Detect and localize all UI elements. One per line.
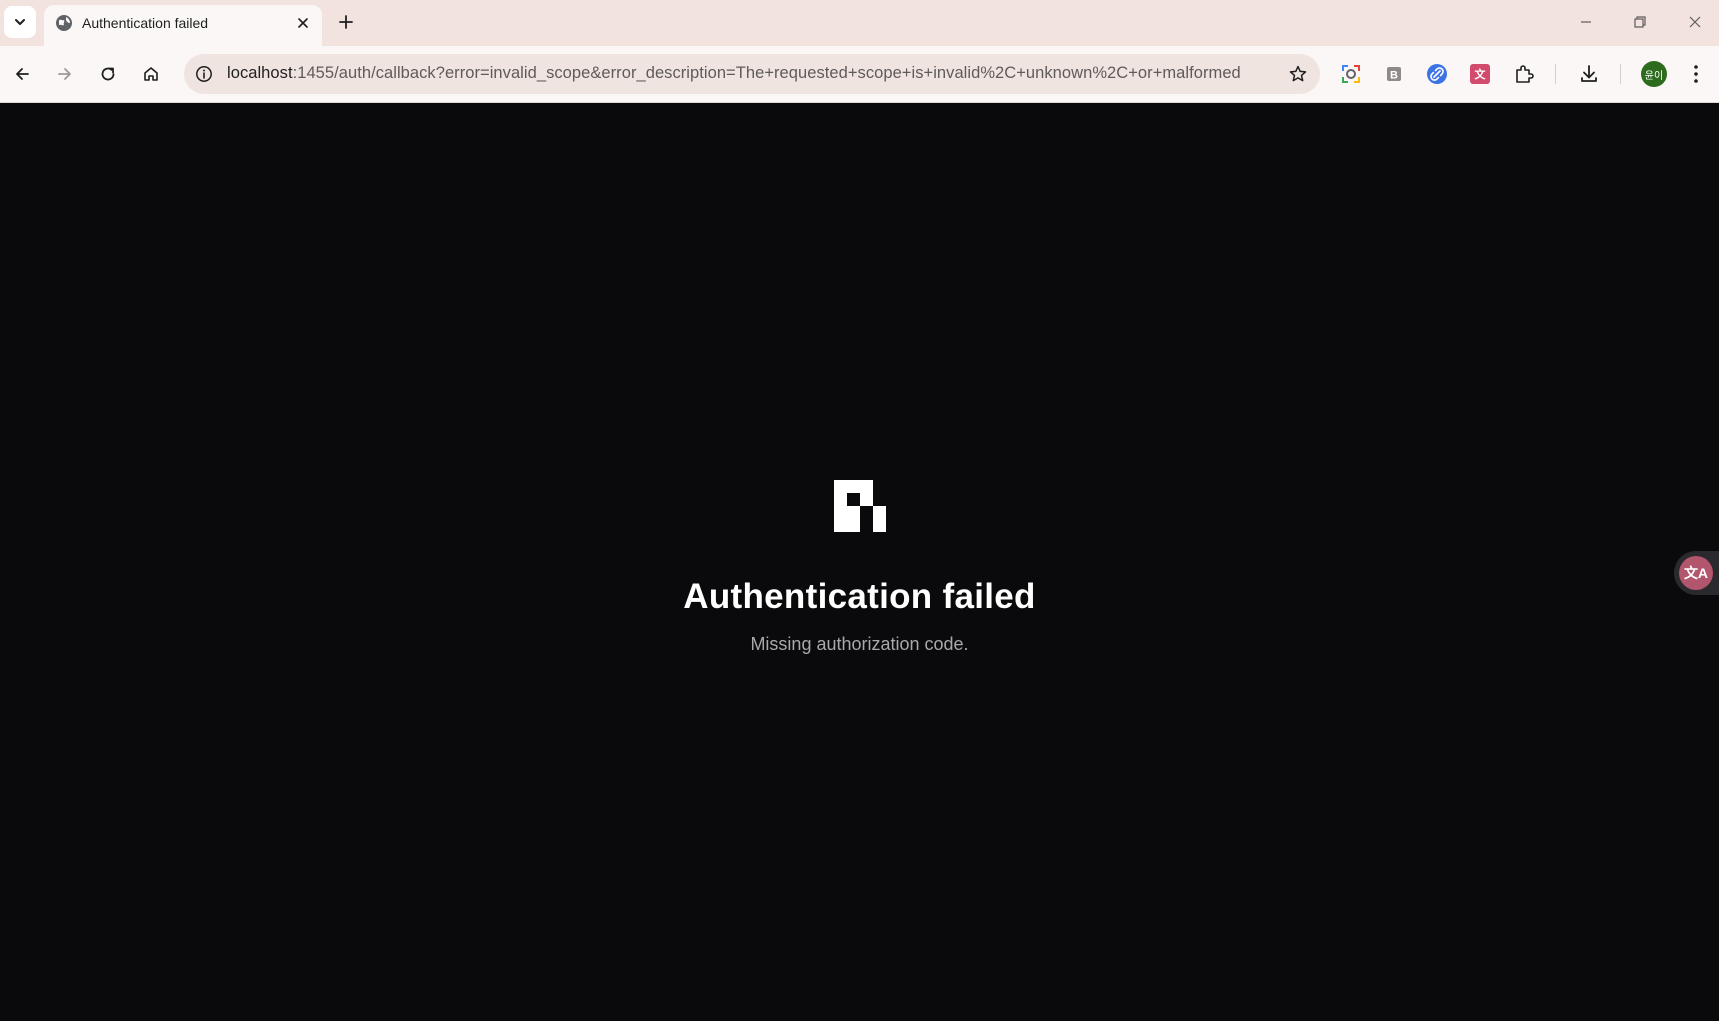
browser-menu-button[interactable]	[1681, 59, 1711, 89]
forward-button[interactable]	[49, 58, 81, 90]
restore-icon	[1634, 16, 1646, 28]
translate-icon: 文A	[1679, 556, 1713, 590]
active-tab[interactable]: Authentication failed	[44, 5, 322, 46]
tab-search-button[interactable]	[4, 6, 36, 38]
new-tab-button[interactable]	[333, 9, 359, 35]
close-icon	[298, 18, 308, 28]
translate-extension-button[interactable]: 文	[1465, 59, 1495, 89]
close-window-button[interactable]	[1680, 8, 1710, 36]
tab-close-button[interactable]	[292, 12, 314, 34]
back-button[interactable]	[6, 58, 38, 90]
svg-text:文: 文	[1475, 67, 1487, 81]
reload-icon	[101, 67, 115, 81]
puzzle-icon	[1516, 65, 1534, 83]
restore-button[interactable]	[1625, 8, 1655, 36]
extensions-menu-button[interactable]	[1509, 59, 1539, 89]
url-text[interactable]: localhost:1455/auth/callback?error=inval…	[227, 64, 1275, 83]
toolbar-divider	[1555, 64, 1556, 84]
arrow-right-icon	[58, 68, 71, 80]
site-info-button[interactable]	[192, 62, 216, 86]
link-extension-icon	[1427, 64, 1447, 84]
download-icon	[1581, 65, 1597, 82]
address-bar[interactable]: localhost:1455/auth/callback?error=inval…	[184, 54, 1320, 94]
kebab-menu-icon	[1694, 65, 1698, 83]
arrow-left-icon	[16, 68, 29, 80]
translate-extension-icon: 文	[1470, 64, 1490, 84]
browser-toolbar: localhost:1455/auth/callback?error=inval…	[0, 46, 1719, 103]
tab-strip: Authentication failed	[0, 0, 1719, 46]
link-extension-button[interactable]	[1422, 59, 1452, 89]
url-host: localhost	[227, 64, 293, 82]
reload-button[interactable]	[92, 58, 124, 90]
minimize-button[interactable]	[1571, 8, 1601, 36]
star-icon	[1289, 65, 1307, 82]
minimize-icon	[1581, 21, 1591, 23]
page-content: Authentication failed Missing authorizat…	[0, 103, 1719, 1021]
page-title: Authentication failed	[683, 577, 1036, 616]
plus-icon	[339, 15, 353, 29]
home-button[interactable]	[135, 58, 167, 90]
downloads-button[interactable]	[1574, 59, 1604, 89]
chevron-down-icon	[15, 19, 25, 25]
app-logo	[834, 480, 886, 532]
lens-extension-button[interactable]	[1336, 59, 1366, 89]
bookmark-button[interactable]	[1286, 62, 1310, 86]
tab-title: Authentication failed	[82, 15, 209, 31]
globe-icon	[56, 15, 72, 31]
home-icon	[144, 67, 158, 81]
svg-text:B: B	[1390, 70, 1398, 82]
b-extension-icon: B	[1387, 67, 1401, 82]
b-extension-button[interactable]: B	[1379, 59, 1409, 89]
profile-avatar[interactable]: 윤이	[1641, 61, 1667, 87]
side-translate-button[interactable]: 文A	[1674, 551, 1719, 595]
lens-icon	[1342, 65, 1360, 83]
error-message: Missing authorization code.	[750, 634, 969, 654]
close-icon	[1689, 16, 1701, 28]
info-icon	[196, 66, 212, 82]
url-path: :1455/auth/callback?error=invalid_scope&…	[292, 64, 1241, 82]
toolbar-divider	[1620, 64, 1621, 84]
